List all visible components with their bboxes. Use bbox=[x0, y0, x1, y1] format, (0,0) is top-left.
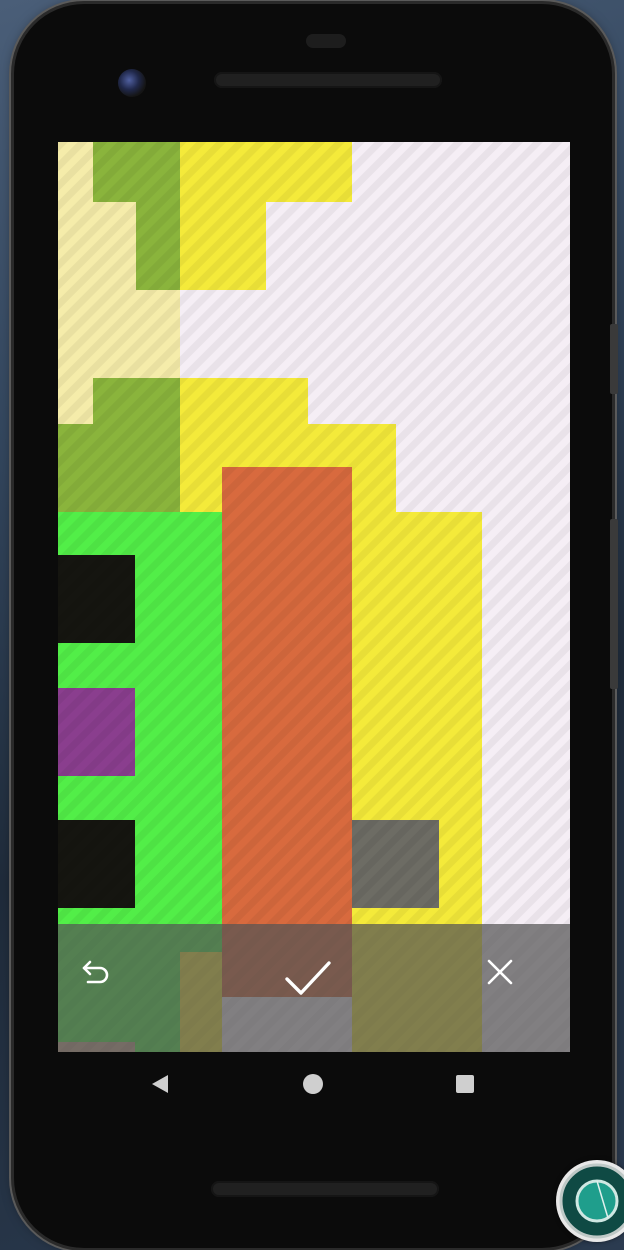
undo-button[interactable] bbox=[80, 958, 140, 1018]
image-preview-screen bbox=[58, 142, 570, 1052]
home-button[interactable] bbox=[301, 1072, 325, 1096]
recents-button[interactable] bbox=[453, 1072, 477, 1096]
front-camera bbox=[118, 69, 146, 97]
system-navigation-bar bbox=[58, 1052, 570, 1116]
back-triangle-icon bbox=[152, 1075, 168, 1093]
close-icon bbox=[487, 959, 513, 985]
bottom-speaker bbox=[211, 1181, 439, 1197]
pixel-art-image bbox=[58, 142, 570, 1052]
lens-icon bbox=[559, 1163, 624, 1239]
floating-assistant-button[interactable] bbox=[556, 1160, 624, 1242]
confirm-button[interactable] bbox=[284, 958, 344, 1018]
undo-icon bbox=[82, 960, 109, 984]
home-circle-icon bbox=[303, 1074, 323, 1094]
power-button bbox=[610, 324, 618, 394]
earpiece bbox=[306, 34, 346, 48]
edit-action-toolbar bbox=[58, 924, 570, 1052]
check-icon bbox=[285, 961, 331, 995]
texture-overlay bbox=[58, 142, 570, 1052]
top-speaker bbox=[214, 72, 442, 88]
cancel-button[interactable] bbox=[486, 958, 546, 1018]
volume-button bbox=[610, 519, 618, 689]
back-button[interactable] bbox=[148, 1072, 172, 1096]
recents-square-icon bbox=[456, 1075, 474, 1093]
